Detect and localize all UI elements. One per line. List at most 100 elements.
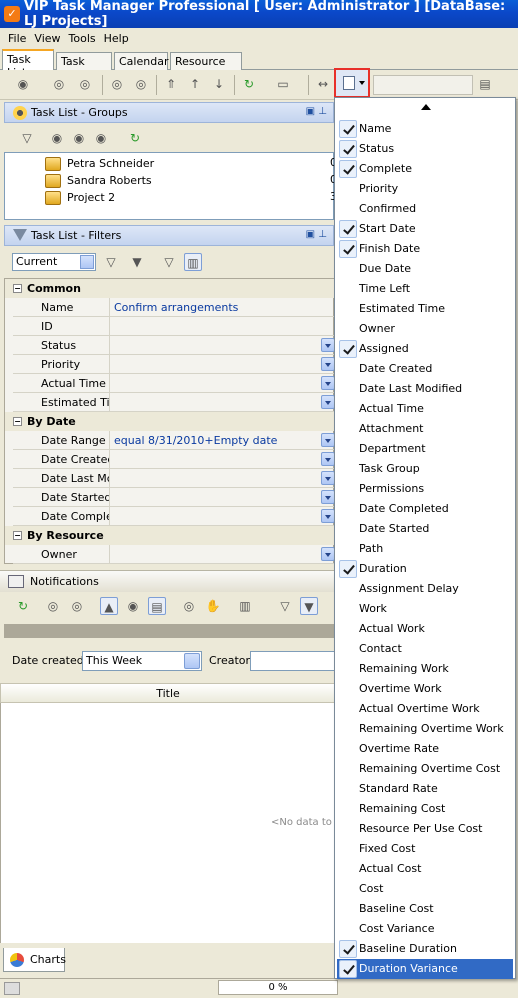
filter-value[interactable] [109, 507, 337, 526]
scroll-up-icon[interactable] [421, 104, 431, 110]
chevron-down-icon[interactable] [321, 338, 335, 352]
creator-input[interactable] [250, 651, 336, 671]
column-menu-item[interactable]: Resource Per Use Cost [337, 819, 513, 839]
filter-section-header[interactable]: − By Date [5, 412, 337, 431]
move-down-icon[interactable]: ↓ [210, 75, 228, 93]
tree-item-sandra[interactable]: Sandra Roberts [45, 172, 152, 189]
edit-group-icon[interactable]: ◉ [70, 129, 88, 147]
column-menu-item[interactable]: Path [337, 539, 513, 559]
chevron-down-icon[interactable] [321, 547, 335, 561]
column-menu-item[interactable]: Remaining Work [337, 659, 513, 679]
tree-item-project-2[interactable]: Project 2 [45, 189, 115, 206]
filter-value[interactable] [109, 450, 337, 469]
column-menu-item[interactable]: Task Group [337, 459, 513, 479]
column-menu-item[interactable]: Time Left [337, 279, 513, 299]
column-menu-item[interactable]: Duration [337, 559, 513, 579]
chevron-down-icon[interactable] [321, 471, 335, 485]
new-task-icon[interactable]: ◉ [14, 75, 32, 93]
print-icon[interactable]: ▭ [274, 75, 292, 93]
column-menu-item[interactable]: Finish Date [337, 239, 513, 259]
edit-task-icon[interactable]: ◎ [50, 75, 68, 93]
column-menu-item[interactable]: Start Date [337, 219, 513, 239]
column-menu-item[interactable]: Overtime Work [337, 679, 513, 699]
column-menu-item[interactable]: Remaining Overtime Work [337, 719, 513, 739]
column-menu-item[interactable]: Complete [337, 159, 513, 179]
reply-icon[interactable]: ◉ [124, 597, 142, 615]
refresh-icon[interactable]: ↻ [14, 597, 32, 615]
tab-calendar[interactable]: Calendar [114, 52, 168, 70]
delete-task-icon[interactable]: ◎ [76, 75, 94, 93]
chevron-down-icon[interactable] [321, 395, 335, 409]
collapse-icon[interactable]: − [13, 284, 22, 293]
menu-view[interactable]: View [34, 32, 60, 45]
column-menu-item[interactable]: Confirmed [337, 199, 513, 219]
column-menu-item[interactable]: Duration Variance [337, 959, 513, 979]
column-menu-item[interactable]: Assignment Delay [337, 579, 513, 599]
tab-resource-list[interactable]: Resource List [170, 52, 242, 81]
panel-pin-icon[interactable]: ▣ ⊥ [306, 106, 327, 117]
column-menu-item[interactable]: Actual Time [337, 399, 513, 419]
menu-tools[interactable]: Tools [69, 32, 96, 45]
column-menu-item[interactable]: Fixed Cost [337, 839, 513, 859]
column-menu-item[interactable]: Owner [337, 319, 513, 339]
move-up-icon[interactable]: ↑ [186, 75, 204, 93]
filter-edit-icon[interactable]: ▽ [102, 253, 120, 271]
filter-apply-icon[interactable]: ▥ [184, 253, 202, 271]
filter-clear-icon[interactable]: ▽ [160, 253, 178, 271]
column-menu-item[interactable]: Baseline Cost [337, 899, 513, 919]
copy-task-icon[interactable]: ◎ [108, 75, 126, 93]
tree-item-petra[interactable]: Petra Schneider [45, 155, 154, 172]
column-menu-item[interactable]: Date Completed [337, 499, 513, 519]
panel-pin-icon[interactable]: ▣ ⊥ [306, 229, 327, 240]
filter-options-icon[interactable]: ▼ [128, 253, 146, 271]
column-header-title[interactable]: Title [0, 683, 336, 703]
filter-value[interactable] [109, 355, 337, 374]
chevron-down-icon[interactable] [321, 509, 335, 523]
column-menu-item[interactable]: Date Started [337, 519, 513, 539]
filter-value[interactable]: Confirm arrangements [109, 298, 337, 317]
column-menu-item[interactable]: Priority [337, 179, 513, 199]
column-menu-item[interactable]: Cost [337, 879, 513, 899]
column-menu-item[interactable]: Attachment [337, 419, 513, 439]
chevron-down-icon[interactable] [321, 376, 335, 390]
refresh-groups-icon[interactable]: ↻ [126, 129, 144, 147]
print-preview-icon[interactable]: ▤ [476, 75, 494, 93]
menu-file[interactable]: File [8, 32, 26, 45]
filter-value[interactable] [109, 317, 337, 336]
filter-active-icon[interactable]: ▼ [300, 597, 318, 615]
view-select[interactable] [373, 75, 473, 95]
column-menu-item[interactable]: Permissions [337, 479, 513, 499]
filter-icon[interactable]: ▽ [276, 597, 294, 615]
column-menu-item[interactable]: Baseline Duration [337, 939, 513, 959]
column-menu-item[interactable]: Work [337, 599, 513, 619]
fit-columns-icon[interactable]: ↔ [314, 75, 332, 93]
filter-icon[interactable]: ▽ [18, 129, 36, 147]
filter-value[interactable] [109, 488, 337, 507]
column-menu-item[interactable]: Status [337, 139, 513, 159]
mark-read-icon[interactable]: ◎ [44, 597, 62, 615]
column-menu-item[interactable]: Actual Work [337, 619, 513, 639]
move-top-icon[interactable]: ⇑ [162, 75, 180, 93]
tab-task-tree[interactable]: Task Tree [56, 52, 112, 81]
column-menu-item[interactable]: Department [337, 439, 513, 459]
column-menu-item[interactable]: Estimated Time [337, 299, 513, 319]
column-menu-item[interactable]: Actual Overtime Work [337, 699, 513, 719]
filter-value[interactable] [109, 374, 337, 393]
paste-task-icon[interactable]: ◎ [132, 75, 150, 93]
column-menu-item[interactable]: Date Last Modified [337, 379, 513, 399]
filter-value[interactable] [109, 469, 337, 488]
hand-icon[interactable]: ✋ [204, 597, 222, 615]
refresh-icon[interactable]: ↻ [240, 75, 258, 93]
column-menu-item[interactable]: Actual Cost [337, 859, 513, 879]
open-icon[interactable]: ▲ [100, 597, 118, 615]
filter-value[interactable]: equal 8/31/2010+Empty date [109, 431, 337, 450]
date-created-select[interactable]: This Week [82, 651, 202, 671]
column-menu-item[interactable]: Cost Variance [337, 919, 513, 939]
column-menu-item[interactable]: Contact [337, 639, 513, 659]
column-menu-item[interactable]: Remaining Cost [337, 799, 513, 819]
tab-task-list[interactable]: Task List [2, 49, 54, 79]
column-menu-item[interactable]: Date Created [337, 359, 513, 379]
column-menu-item[interactable]: Overtime Rate [337, 739, 513, 759]
tab-charts[interactable]: Charts [3, 948, 66, 972]
filter-select[interactable]: Current [12, 253, 96, 271]
